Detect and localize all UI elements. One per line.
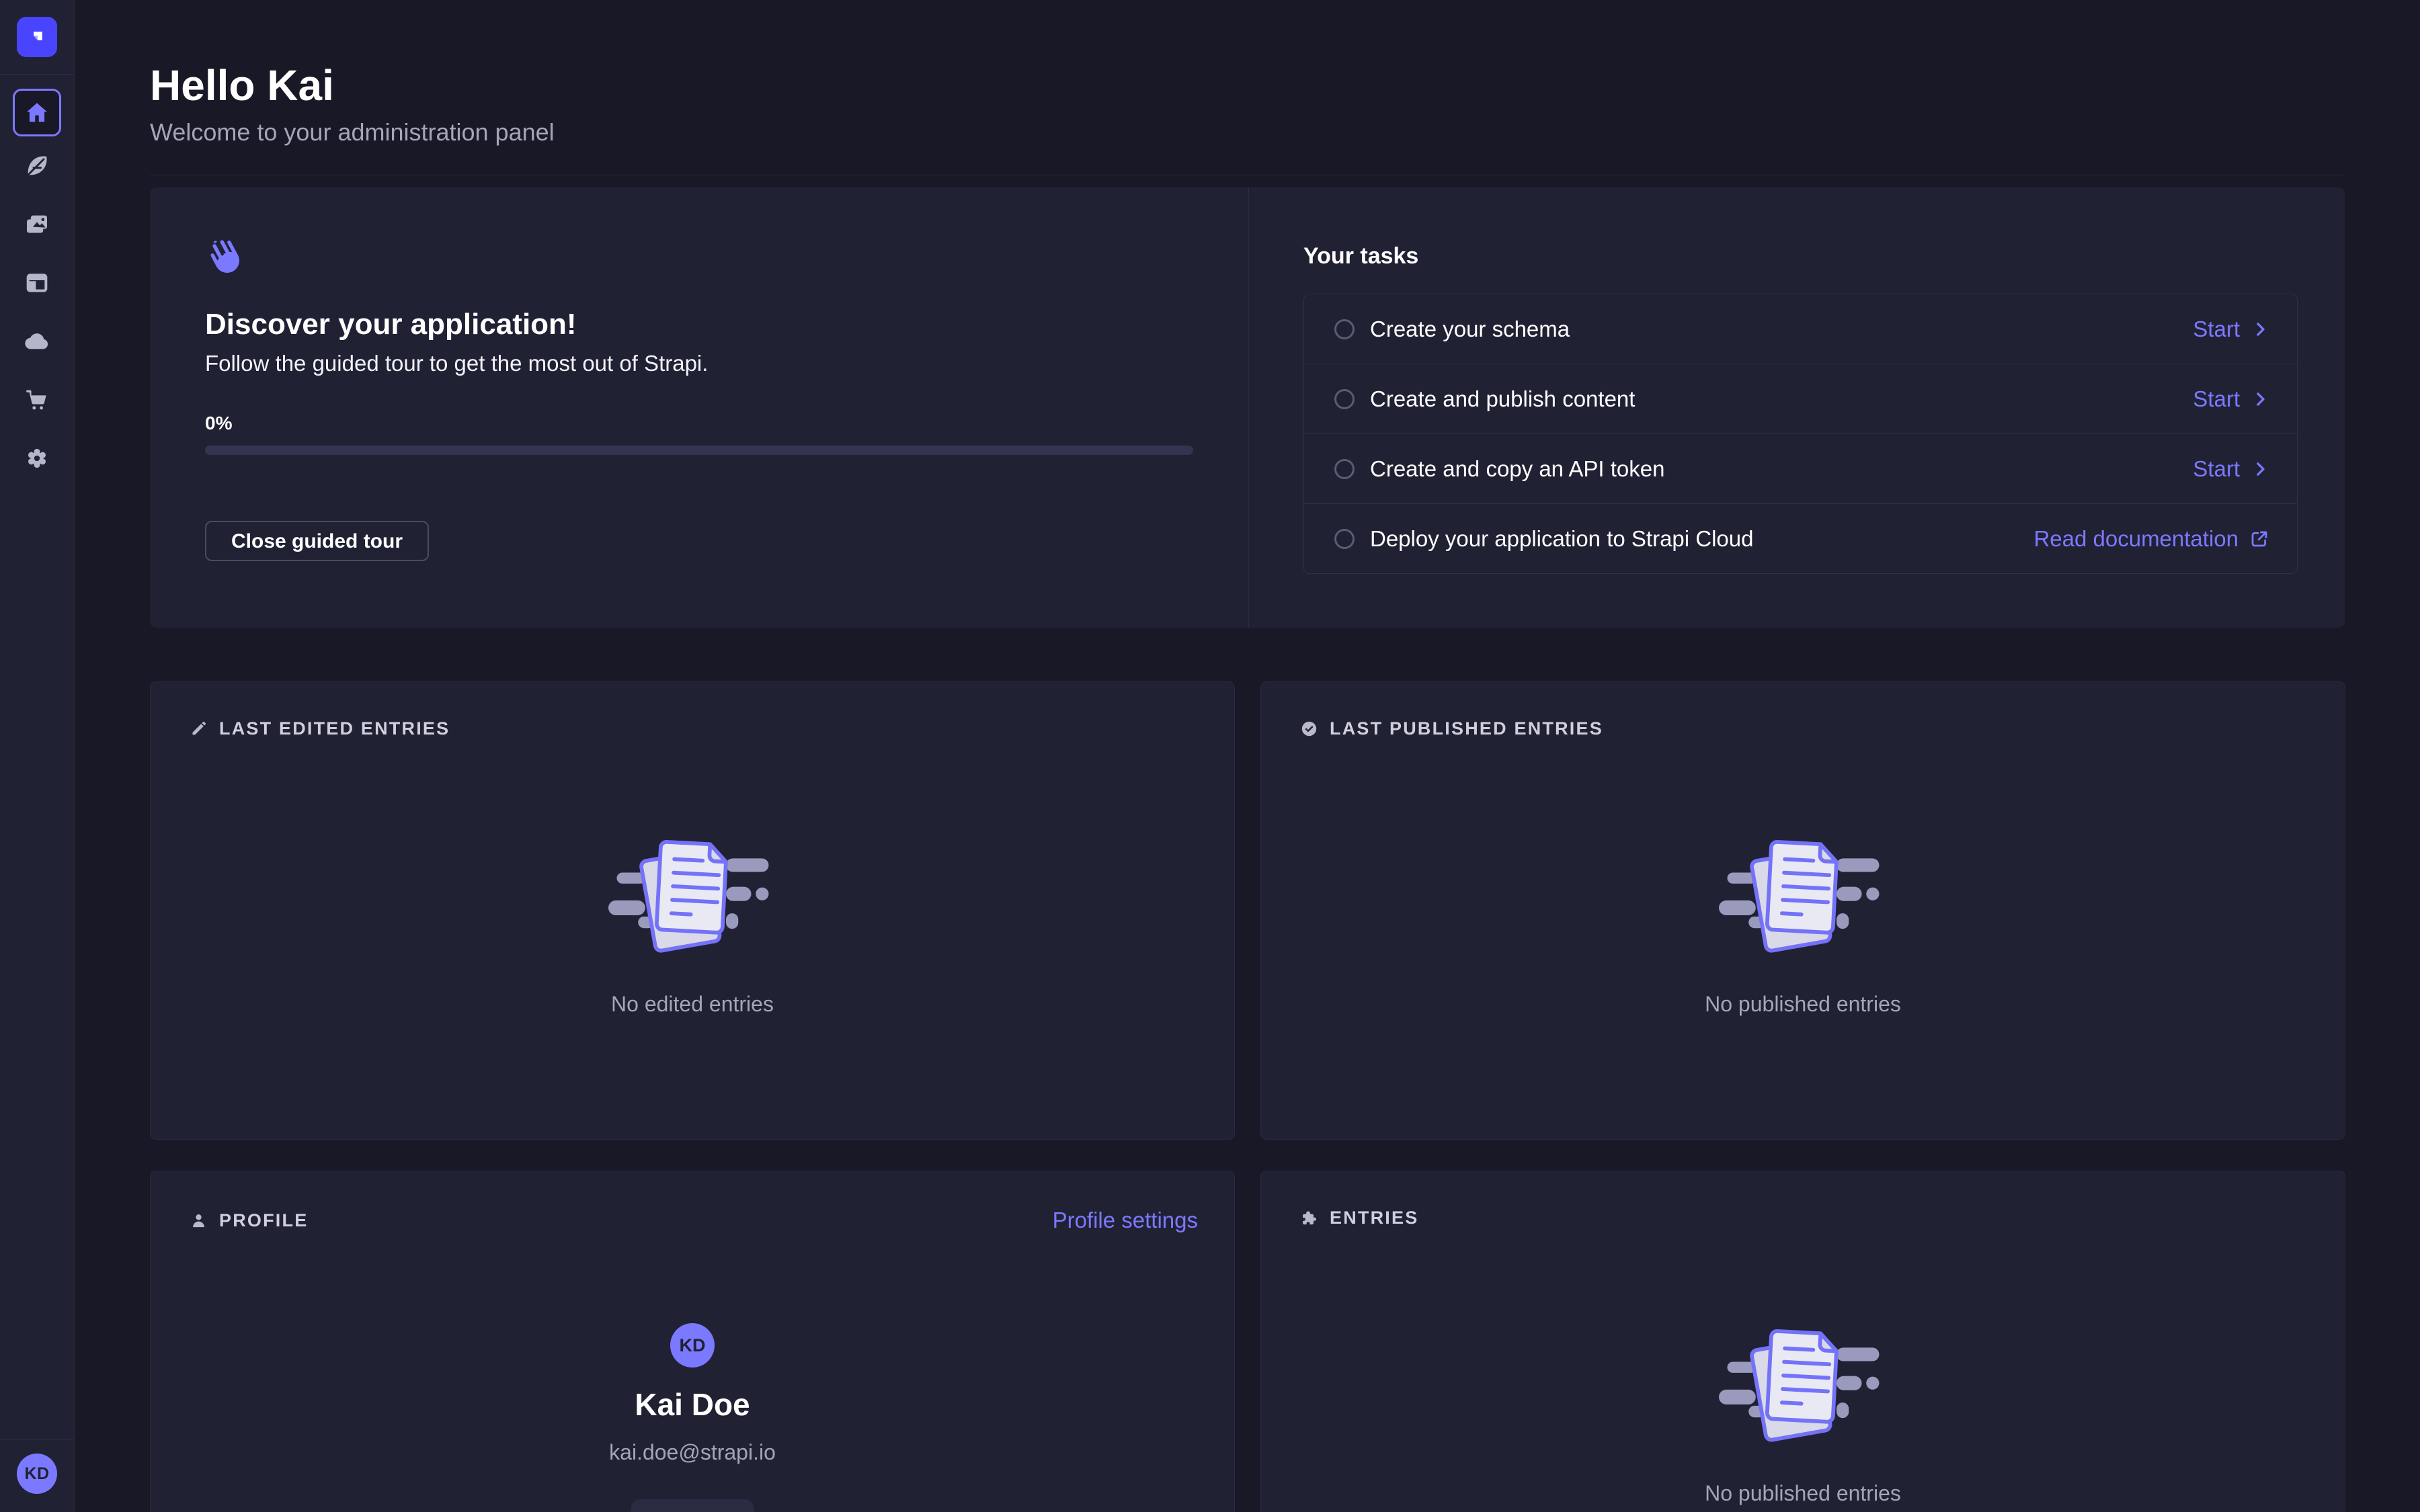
task-label: Create and copy an API token — [1370, 456, 2193, 482]
empty-state-text: No published entries — [1705, 1481, 1901, 1506]
last-edited-entries-widget: LAST EDITED ENTRIES — [150, 681, 1235, 1140]
widgets-row-1: LAST EDITED ENTRIES — [150, 681, 2345, 1140]
widget-title: PROFILE — [219, 1210, 308, 1231]
user-icon — [190, 1212, 208, 1230]
chevron-right-icon — [2250, 389, 2270, 409]
empty-documents-illustration — [608, 827, 776, 969]
progress-label: 0% — [205, 413, 1193, 434]
sidebar-item-settings[interactable] — [0, 429, 74, 487]
empty-state-text: No published entries — [1705, 992, 1901, 1017]
profile-email: kai.doe@strapi.io — [609, 1440, 776, 1465]
guided-tour-title: Discover your application! — [205, 308, 1193, 341]
task-start-link[interactable]: Start — [2193, 456, 2270, 482]
widgets-row-2: PROFILE Profile settings KD Kai Doe kai.… — [150, 1171, 2345, 1512]
sidebar-item-media-library[interactable] — [0, 195, 74, 253]
feather-icon — [24, 153, 50, 179]
main-content: Hello Kai Welcome to your administration… — [75, 0, 2420, 1512]
task-label: Deploy your application to Strapi Cloud — [1370, 526, 2033, 552]
widget-title: LAST PUBLISHED ENTRIES — [1330, 718, 1603, 739]
task-start-link[interactable]: Start — [2193, 386, 2270, 412]
profile-widget: PROFILE Profile settings KD Kai Doe kai.… — [150, 1171, 1235, 1512]
page-subtitle: Welcome to your administration panel — [150, 118, 2345, 146]
gear-icon — [24, 445, 50, 472]
pencil-icon — [190, 720, 208, 738]
tasks-panel: Your tasks Create your schema Start — [1248, 187, 2345, 628]
home-icon — [25, 101, 49, 125]
task-row: Create your schema Start — [1304, 294, 2297, 364]
last-published-entries-widget: LAST PUBLISHED ENTRIES — [1260, 681, 2345, 1140]
check-circle-icon — [1300, 720, 1318, 738]
task-label: Create and publish content — [1370, 386, 2193, 412]
waving-hand-icon — [205, 237, 244, 276]
task-start-link[interactable]: Start — [2193, 317, 2270, 342]
empty-documents-illustration — [1719, 827, 1887, 969]
task-row: Deploy your application to Strapi Cloud … — [1304, 503, 2297, 573]
sidebar-user-avatar[interactable]: KD — [17, 1454, 57, 1494]
puzzle-icon — [1300, 1209, 1318, 1227]
task-label: Create your schema — [1370, 317, 2193, 342]
empty-documents-illustration — [1719, 1316, 1887, 1458]
external-link-icon — [2249, 528, 2270, 550]
widget-title: LAST EDITED ENTRIES — [219, 718, 450, 739]
sidebar-item-home[interactable] — [13, 89, 61, 136]
task-status-circle — [1334, 459, 1355, 479]
sidebar-divider — [0, 74, 74, 75]
strapi-logo-icon — [26, 26, 48, 48]
cloud-icon — [23, 327, 51, 355]
layout-icon — [24, 269, 50, 296]
sidebar: KD — [0, 0, 75, 1512]
task-row: Create and publish content Start — [1304, 364, 2297, 433]
close-guided-tour-button[interactable]: Close guided tour — [205, 521, 429, 561]
page-header: Hello Kai Welcome to your administration… — [150, 0, 2345, 175]
tasks-list: Create your schema Start Create and publ… — [1303, 294, 2298, 574]
sidebar-item-content-type-builder[interactable] — [0, 253, 74, 312]
progress-bar — [205, 446, 1193, 455]
strapi-admin-dashboard: KD Hello Kai Welcome to your administrat… — [0, 0, 2420, 1512]
task-row: Create and copy an API token Start — [1304, 433, 2297, 503]
profile-avatar: KD — [670, 1323, 715, 1368]
images-icon — [24, 211, 50, 238]
chevron-right-icon — [2250, 459, 2270, 479]
entries-widget: ENTRIES — [1260, 1171, 2345, 1512]
task-status-circle — [1334, 319, 1355, 339]
sidebar-item-marketplace[interactable] — [0, 370, 74, 429]
strapi-logo — [17, 17, 57, 57]
task-status-circle — [1334, 529, 1355, 549]
sidebar-item-cloud[interactable] — [0, 312, 74, 370]
guided-tour-description: Follow the guided tour to get the most o… — [205, 351, 1193, 376]
guided-tour-card: Discover your application! Follow the gu… — [150, 187, 2345, 628]
widget-title: ENTRIES — [1330, 1208, 1418, 1228]
profile-settings-link[interactable]: Profile settings — [1053, 1208, 1198, 1233]
guided-tour-panel: Discover your application! Follow the gu… — [150, 187, 1248, 628]
empty-state-text: No edited entries — [611, 992, 774, 1017]
tasks-title: Your tasks — [1303, 243, 2345, 269]
profile-role-badge — [631, 1499, 754, 1512]
cart-icon — [24, 386, 50, 413]
profile-name: Kai Doe — [635, 1386, 750, 1423]
task-status-circle — [1334, 389, 1355, 409]
page-title: Hello Kai — [150, 62, 2345, 109]
sidebar-item-content-manager[interactable] — [0, 136, 74, 195]
read-documentation-link[interactable]: Read documentation — [2033, 526, 2270, 552]
chevron-right-icon — [2250, 319, 2270, 339]
